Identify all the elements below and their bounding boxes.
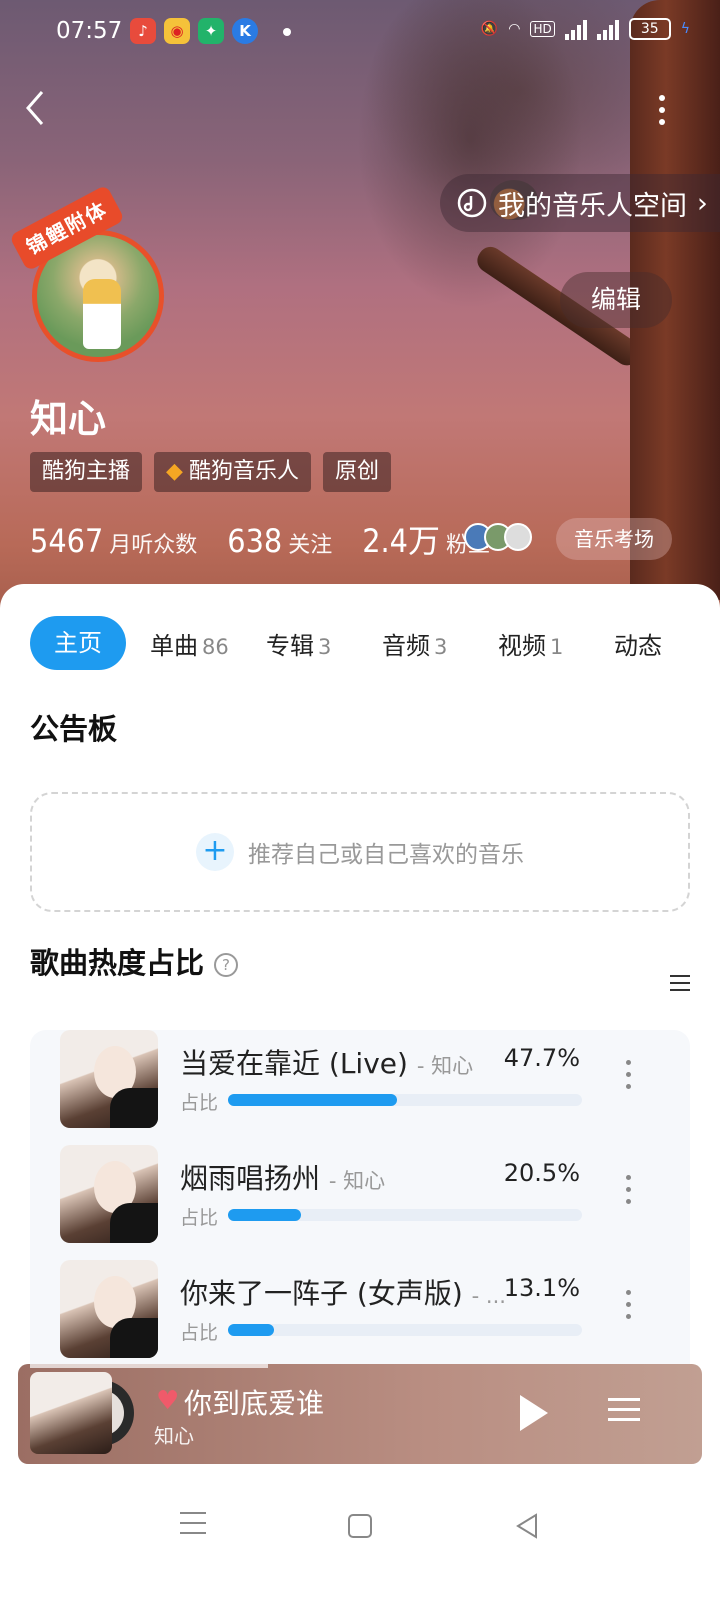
player-cover[interactable] bbox=[30, 1372, 112, 1454]
ratio-bar bbox=[228, 1094, 582, 1106]
player-title: 你到底爱谁 bbox=[184, 1387, 325, 1420]
song-row[interactable]: 你来了一阵子 (女声版) - ... 13.1% 占比 bbox=[30, 1260, 690, 1360]
song-artist: - 知心 bbox=[416, 1054, 474, 1078]
tab-videos[interactable]: 视频 1 bbox=[498, 626, 590, 661]
tab-albums[interactable]: 专辑 3 bbox=[266, 626, 358, 661]
song-title: 你来了一阵子 (女声版) bbox=[180, 1277, 463, 1310]
song-row[interactable]: 当爱在靠近 (Live) - 知心 47.7% 占比 bbox=[30, 1030, 690, 1130]
back-nav-icon[interactable] bbox=[514, 1512, 540, 1540]
ratio-label: 占比 bbox=[180, 1092, 219, 1114]
queue-icon[interactable] bbox=[608, 1398, 640, 1428]
song-percent: 47.7% bbox=[503, 1044, 580, 1072]
following-label: 关注 bbox=[288, 533, 333, 558]
song-more-icon[interactable] bbox=[626, 1175, 634, 1211]
status-time: 07:57 bbox=[56, 18, 123, 44]
ratio-label: 占比 bbox=[180, 1322, 219, 1344]
music-note-circle-icon bbox=[457, 188, 487, 218]
tab-home[interactable]: 主页 bbox=[30, 616, 126, 670]
song-artist: - ... bbox=[471, 1284, 506, 1308]
home-icon[interactable] bbox=[348, 1514, 372, 1538]
edit-button[interactable]: 编辑 bbox=[560, 272, 672, 328]
status-bar: 07:57 ♪ ◉ ✦ K 🔕 ◠ HD 35 ϟ bbox=[0, 0, 720, 64]
help-icon[interactable]: ? bbox=[214, 953, 239, 977]
fans-count[interactable]: 2.4万 bbox=[362, 516, 440, 562]
bulletin-placeholder: 推荐自己或自己喜欢的音乐 bbox=[248, 842, 524, 868]
list-view-icon[interactable] bbox=[660, 970, 690, 1000]
song-title: 烟雨唱扬州 bbox=[180, 1162, 321, 1195]
bulletin-add-box[interactable]: + 推荐自己或自己喜欢的音乐 bbox=[30, 792, 690, 912]
fan-avatars[interactable] bbox=[464, 523, 532, 551]
tab-singles[interactable]: 单曲 86 bbox=[150, 626, 242, 661]
chevron-right-icon: › bbox=[697, 187, 708, 219]
music-space-label: 我的音乐人空间 bbox=[498, 190, 687, 222]
following-count[interactable]: 638 bbox=[227, 522, 282, 560]
user-name: 知心 bbox=[30, 397, 107, 441]
song-cover bbox=[60, 1030, 158, 1128]
hd-icon: HD bbox=[530, 21, 555, 37]
music-space-button[interactable]: 我的音乐人空间 › bbox=[440, 174, 720, 232]
playback-progress bbox=[30, 1364, 268, 1368]
song-cover bbox=[60, 1260, 158, 1358]
back-arrow-icon[interactable] bbox=[22, 88, 52, 128]
song-artist: - 知心 bbox=[328, 1169, 386, 1193]
signal-icon-2 bbox=[596, 18, 619, 40]
kugou-icon: K bbox=[232, 18, 258, 44]
hot-section-header: 歌曲热度占比? bbox=[30, 940, 239, 982]
signal-icon bbox=[564, 18, 587, 40]
heart-icon[interactable]: ♥ bbox=[156, 1386, 179, 1416]
bulletin-title: 公告板 bbox=[30, 712, 118, 746]
ratio-bar bbox=[228, 1324, 582, 1336]
profile-tabs: 主页 单曲 86 专辑 3 音频 3 视频 1 动态 bbox=[30, 616, 720, 670]
monthly-listeners-label: 月听众数 bbox=[109, 533, 198, 558]
tag-anchor[interactable]: 酷狗主播 bbox=[30, 452, 143, 492]
ratio-label: 占比 bbox=[180, 1207, 219, 1229]
tab-audio[interactable]: 音频 3 bbox=[382, 626, 474, 661]
profile-stats: 5467 月听众数 638 关注 2.4万 粉丝 bbox=[30, 516, 520, 562]
system-nav-bar bbox=[0, 1490, 720, 1570]
music-app-icon: ♪ bbox=[130, 18, 156, 44]
plus-icon: + bbox=[196, 833, 234, 871]
song-row[interactable]: 烟雨唱扬州 - 知心 20.5% 占比 bbox=[30, 1145, 690, 1245]
song-more-icon[interactable] bbox=[626, 1060, 634, 1096]
charging-icon: ϟ bbox=[680, 21, 690, 37]
recent-apps-icon[interactable] bbox=[180, 1512, 206, 1542]
player-artist: 知心 bbox=[154, 1424, 194, 1448]
song-percent: 20.5% bbox=[503, 1159, 580, 1187]
monthly-listeners-count: 5467 bbox=[30, 522, 104, 560]
hot-section-title: 歌曲热度占比 bbox=[30, 946, 205, 980]
song-more-icon[interactable] bbox=[626, 1290, 634, 1326]
song-percent: 13.1% bbox=[503, 1274, 580, 1302]
tag-original[interactable]: 原创 bbox=[322, 452, 391, 492]
tab-moments[interactable]: 动态 bbox=[614, 626, 674, 661]
song-cover bbox=[60, 1145, 158, 1243]
diamond-badge-icon: ◆ bbox=[166, 459, 183, 484]
tag-musician[interactable]: ◆ 酷狗音乐人 bbox=[154, 452, 311, 492]
battery-icon: 35 bbox=[628, 18, 671, 40]
user-tags: 酷狗主播 ◆ 酷狗音乐人 原创 bbox=[30, 452, 391, 492]
ratio-bar bbox=[228, 1209, 582, 1221]
mute-icon: 🔕 bbox=[480, 21, 499, 37]
more-menu-icon[interactable] bbox=[652, 92, 672, 128]
play-icon[interactable] bbox=[520, 1395, 548, 1431]
avatar-frame[interactable]: 锦鲤附体 bbox=[8, 184, 183, 375]
status-icons: 🔕 ◠ HD 35 ϟ bbox=[481, 18, 690, 40]
game-app-icon: ✦ bbox=[198, 18, 224, 44]
weibo-icon: ◉ bbox=[164, 18, 190, 44]
song-ratio-card: 当爱在靠近 (Live) - 知心 47.7% 占比 烟雨唱扬州 - 知心 20… bbox=[30, 1030, 690, 1410]
notification-dot bbox=[283, 28, 291, 36]
song-title: 当爱在靠近 (Live) bbox=[180, 1047, 408, 1080]
music-exam-button[interactable]: 音乐考场 bbox=[556, 518, 672, 560]
wifi-icon: ◠ bbox=[508, 21, 521, 37]
